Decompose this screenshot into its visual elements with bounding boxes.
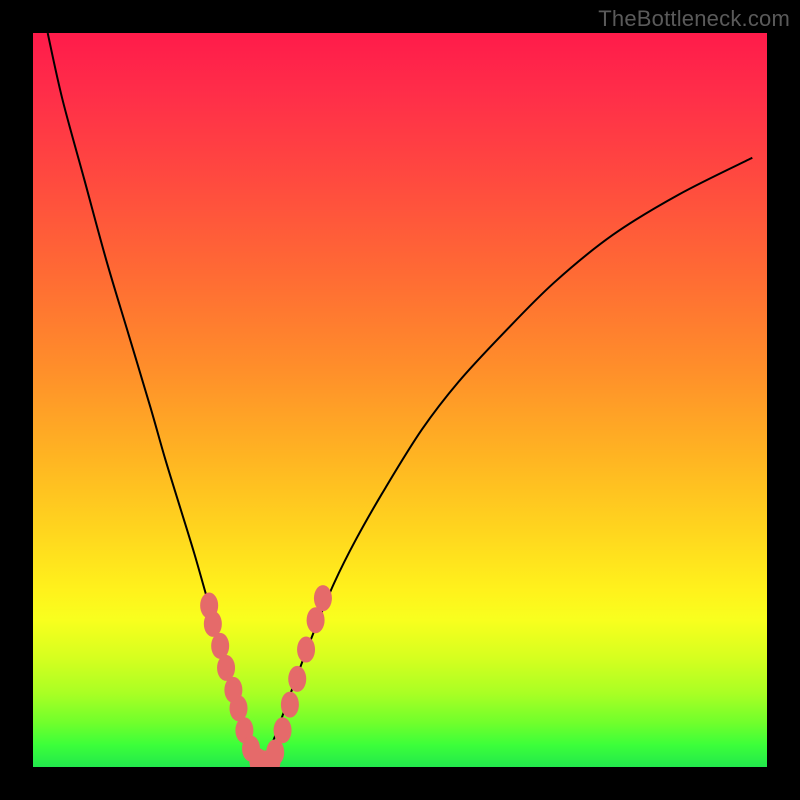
highlight-marker	[281, 692, 299, 718]
highlight-marker	[297, 637, 315, 663]
chart-overlay	[33, 33, 767, 767]
highlight-marker	[307, 607, 325, 633]
plot-area	[33, 33, 767, 767]
highlight-marker	[266, 739, 284, 765]
highlight-marker	[204, 611, 222, 637]
highlight-marker	[288, 666, 306, 692]
watermark-text: TheBottleneck.com	[598, 6, 790, 32]
highlight-marker	[314, 585, 332, 611]
curve-right	[261, 158, 753, 767]
chart-frame: TheBottleneck.com	[0, 0, 800, 800]
highlight-markers	[200, 585, 332, 767]
highlight-marker	[274, 717, 292, 743]
highlight-marker	[217, 655, 235, 681]
